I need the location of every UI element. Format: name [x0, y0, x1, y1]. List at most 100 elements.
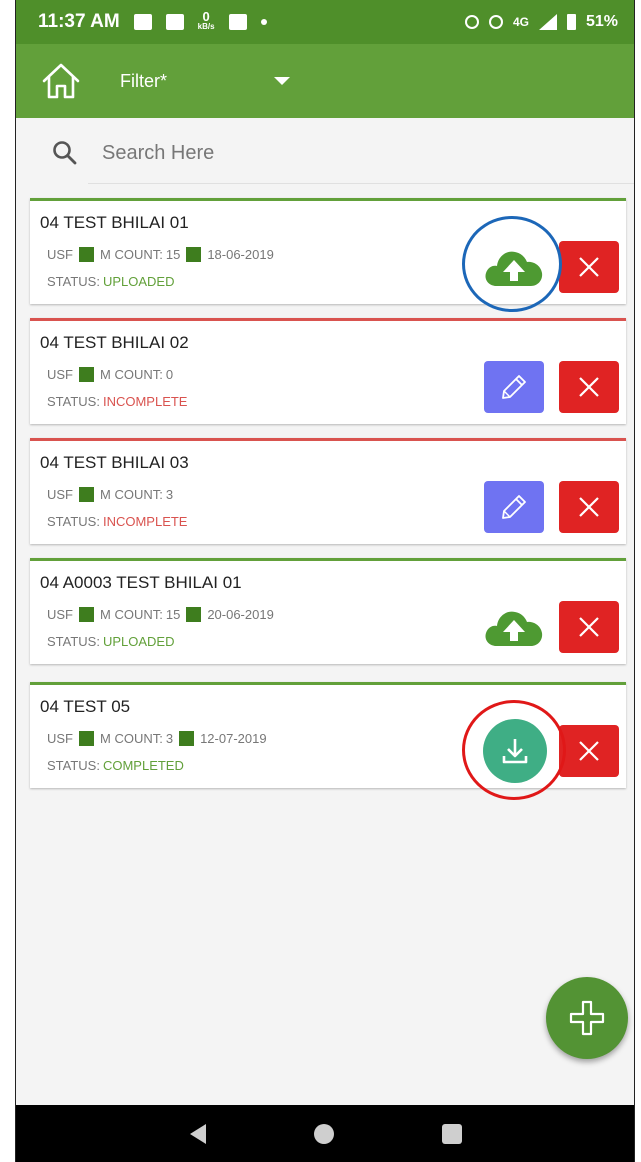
item-count: 15	[165, 607, 181, 622]
status-left: 11:37 AM 0 kB/s	[38, 9, 267, 33]
item-count: 0	[165, 367, 174, 382]
item-title: 04 A0003 TEST BHILAI 01	[40, 573, 242, 592]
item-count-label: M COUNT:	[100, 487, 163, 502]
item-status-label: STATUS:	[47, 514, 100, 529]
message-notification-icon	[165, 14, 184, 30]
cloud-upload-icon	[485, 251, 543, 286]
separator-square-icon	[79, 607, 94, 622]
download-button[interactable]	[483, 719, 547, 783]
close-icon	[579, 741, 599, 761]
item-meta: USF M COUNT: 15 18-06-2019	[47, 247, 274, 262]
item-count-label: M COUNT:	[100, 247, 163, 262]
item-count: 15	[165, 247, 181, 262]
network-speed-unit: kB/s	[197, 22, 215, 31]
item-meta: USF M COUNT: 3	[47, 487, 173, 502]
item-title: 04 TEST BHILAI 02	[40, 333, 189, 352]
item-status-value: INCOMPLETE	[102, 394, 188, 409]
battery-icon	[566, 14, 576, 30]
item-count-label: M COUNT:	[100, 731, 163, 746]
add-button[interactable]	[546, 977, 628, 1059]
cloud-upload-icon	[485, 611, 543, 646]
close-icon	[579, 377, 599, 397]
item-status: STATUS: INCOMPLETE	[47, 514, 187, 529]
list-item[interactable]: 04 A0003 TEST BHILAI 01 USF M COUNT: 15 …	[30, 558, 626, 664]
upload-button[interactable]	[481, 603, 547, 651]
app-notification-icon	[228, 14, 247, 30]
back-icon[interactable]	[190, 1123, 206, 1144]
close-icon	[579, 617, 599, 637]
close-icon	[579, 497, 599, 517]
item-title: 04 TEST BHILAI 01	[40, 213, 189, 232]
item-status: STATUS: UPLOADED	[47, 274, 175, 289]
edit-button[interactable]	[484, 481, 544, 533]
network-speed-value: 0	[202, 9, 210, 24]
item-date: 18-06-2019	[207, 247, 274, 262]
plus-icon	[569, 1000, 605, 1036]
clock: 11:37 AM	[38, 11, 120, 32]
item-status-value: UPLOADED	[102, 274, 175, 289]
home-circle-icon[interactable]	[314, 1123, 334, 1144]
volte-icon	[488, 15, 503, 29]
item-title: 04 TEST 05	[40, 697, 131, 716]
separator-square-icon	[79, 367, 94, 382]
item-meta: USF M COUNT: 3 12-07-2019	[47, 731, 267, 746]
system-nav-bar	[16, 1105, 634, 1162]
item-date: 12-07-2019	[200, 731, 267, 746]
item-type: USF	[47, 367, 73, 382]
item-status-value: COMPLETED	[102, 758, 184, 773]
pencil-icon	[502, 375, 526, 399]
app-bar: Filter*	[16, 44, 634, 118]
item-status-value: INCOMPLETE	[102, 514, 188, 529]
delete-button[interactable]	[559, 361, 619, 413]
item-meta: USF M COUNT: 0	[47, 367, 173, 382]
list-item[interactable]: 04 TEST BHILAI 02 USF M COUNT: 0 STATUS:…	[30, 318, 626, 424]
home-icon[interactable]	[40, 60, 82, 102]
list-item[interactable]: 04 TEST 05 USF M COUNT: 3 12-07-2019 STA…	[30, 682, 626, 800]
alarm-icon	[464, 15, 479, 29]
close-icon	[579, 257, 599, 277]
search-input[interactable]	[102, 141, 502, 165]
separator-square-icon	[179, 731, 195, 746]
pencil-icon	[502, 495, 526, 519]
item-status: STATUS: COMPLETED	[47, 758, 184, 773]
search-bar	[16, 118, 634, 188]
item-count: 3	[165, 487, 174, 502]
delete-button[interactable]	[559, 241, 619, 293]
separator-square-icon	[79, 247, 94, 262]
item-title: 04 TEST BHILAI 03	[40, 453, 189, 472]
more-notifications-dot-icon	[260, 19, 267, 25]
list-item[interactable]: 04 TEST BHILAI 01 USF M COUNT: 15 18-06-…	[30, 198, 626, 312]
separator-square-icon	[79, 487, 94, 502]
item-status-label: STATUS:	[47, 634, 100, 649]
delete-button[interactable]	[559, 601, 619, 653]
battery-level: 51%	[585, 13, 618, 30]
filter-dropdown[interactable]: Filter*	[120, 71, 290, 92]
separator-square-icon	[186, 247, 202, 262]
item-status: STATUS: UPLOADED	[47, 634, 175, 649]
item-date: 20-06-2019	[207, 607, 274, 622]
list-item[interactable]: 04 TEST BHILAI 03 USF M COUNT: 3 STATUS:…	[30, 438, 626, 544]
item-count-label: M COUNT:	[100, 607, 163, 622]
status-right: 4G 51%	[464, 13, 618, 31]
delete-button[interactable]	[559, 481, 619, 533]
item-type: USF	[47, 607, 73, 622]
download-icon	[502, 739, 528, 764]
signal-icon	[538, 14, 557, 30]
item-status-value: UPLOADED	[102, 634, 175, 649]
item-status-label: STATUS:	[47, 758, 100, 773]
status-bar: 11:37 AM 0 kB/s 4G 51%	[16, 0, 634, 44]
edit-button[interactable]	[484, 361, 544, 413]
item-status-label: STATUS:	[47, 394, 100, 409]
gallery-notification-icon	[133, 14, 152, 30]
search-icon	[53, 141, 77, 165]
network-type: 4G	[512, 15, 529, 29]
item-count: 3	[165, 731, 174, 746]
recents-icon[interactable]	[442, 1123, 462, 1144]
delete-button[interactable]	[559, 725, 619, 777]
separator-square-icon	[186, 607, 202, 622]
item-type: USF	[47, 487, 73, 502]
search-underline	[88, 183, 634, 184]
network-speed: 0 kB/s	[197, 9, 215, 32]
upload-button[interactable]	[481, 243, 547, 291]
item-type: USF	[47, 247, 73, 262]
